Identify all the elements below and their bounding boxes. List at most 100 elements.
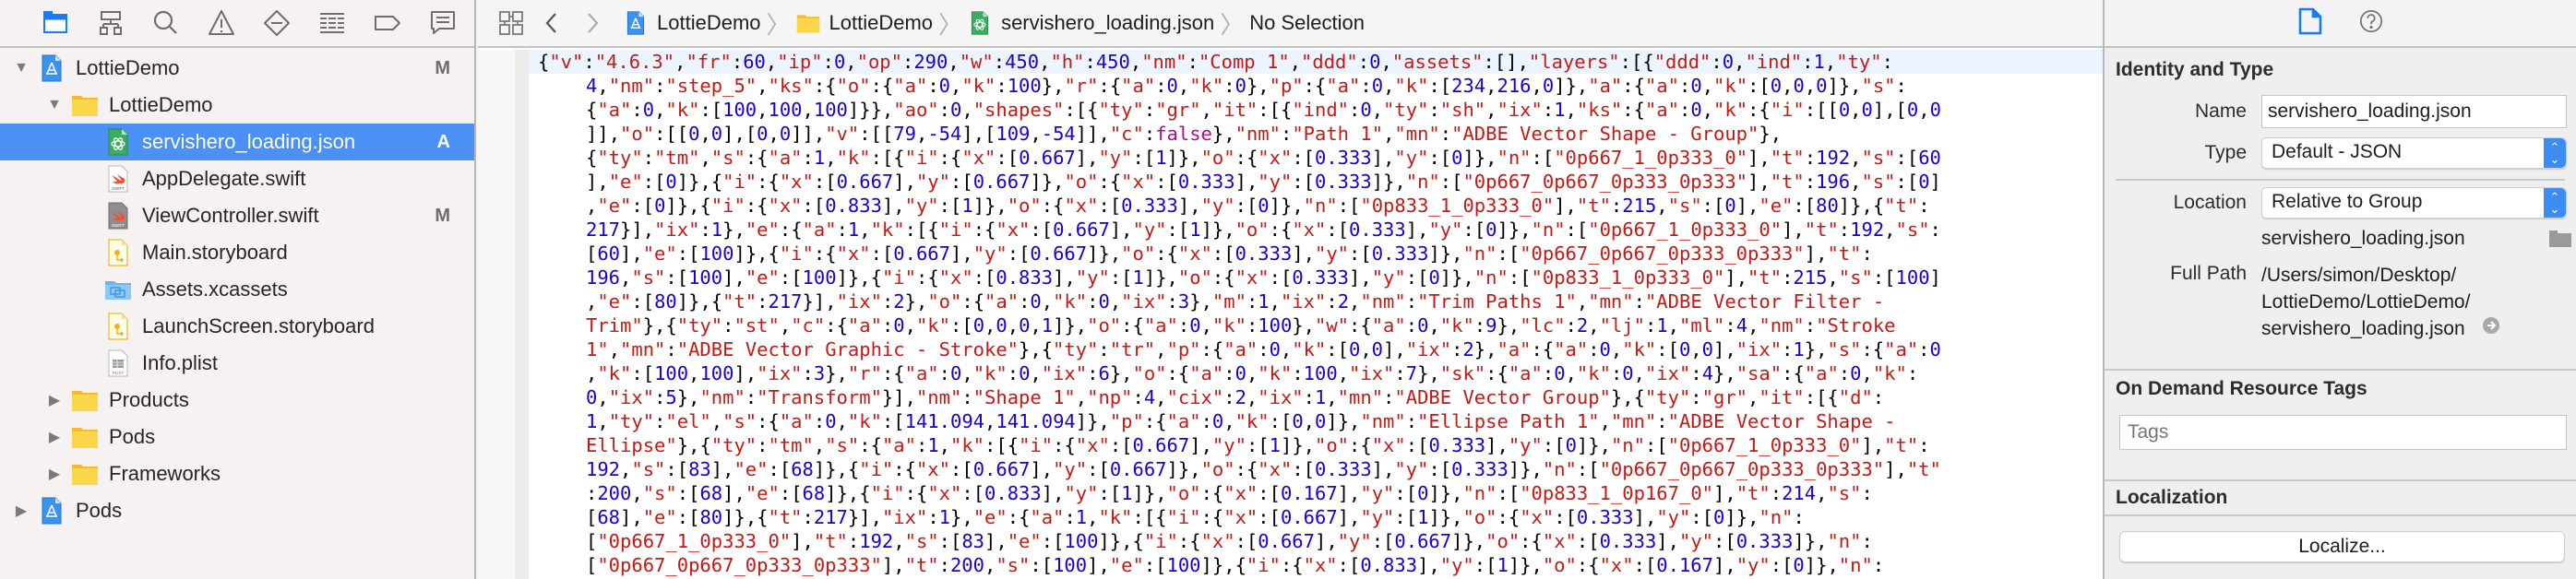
location-label: Location xyxy=(2173,192,2247,213)
file-tree: ▼ LottieDemo M ▼ LottieDemo servishero_loadin… xyxy=(0,50,474,529)
code-line[interactable]: Trim"},{"ty":"st","c":{"a":0,"k":[0,0,0,… xyxy=(529,313,2103,337)
code-text-area[interactable]: {"v":"4.6.3","fr":60,"ip":0,"op":290,"w"… xyxy=(529,50,2103,579)
quick-help-icon[interactable] xyxy=(2358,7,2384,40)
file-tree-label: LottieDemo xyxy=(109,93,213,116)
file-tree-row[interactable]: ▶ Pods xyxy=(0,492,474,529)
breadcrumb-item[interactable]: LottieDemo xyxy=(796,9,933,37)
code-line[interactable]: 0,"ix":5},"nm":"Transform"}],"nm":"Shape… xyxy=(529,385,2103,409)
code-line[interactable]: 196,"s":[100],"e":[100]},{"i":{"x":[0.83… xyxy=(529,266,2103,290)
line-gutter xyxy=(478,50,515,579)
section-divider xyxy=(2105,514,2576,516)
code-line[interactable]: ["0p667_0p667_0p333_0p333"],"t":200,"s":… xyxy=(529,553,2103,577)
file-tree-row[interactable]: servishero_loading.json A xyxy=(0,124,474,160)
svg-text:PLIST: PLIST xyxy=(113,371,125,375)
name-field[interactable] xyxy=(2261,95,2567,128)
file-inspector-icon[interactable] xyxy=(2297,7,2323,40)
swift-file-icon: SWIFT xyxy=(103,201,133,230)
code-line[interactable]: ,"e":[80]},{"t":217}],"ix":2},"o":{"a":0… xyxy=(529,290,2103,313)
location-path: servishero_loading.json xyxy=(2261,228,2465,249)
breadcrumb-separator-icon: 〉 xyxy=(766,10,791,39)
file-tree-row[interactable]: ▶ Pods xyxy=(0,419,474,455)
breadcrumb: LottieDemo 〉 LottieDemo 〉 servishero_loading… xyxy=(624,6,1365,41)
storyboard-file-icon xyxy=(103,312,133,341)
location-popup-value: Relative to Group xyxy=(2272,191,2423,212)
file-tree-row[interactable]: Main.storyboard xyxy=(0,234,474,271)
file-tree-row[interactable]: Assets.xcassets xyxy=(0,271,474,308)
project-navigator-icon[interactable] xyxy=(28,3,83,43)
code-line[interactable]: ,"k":[100,100],"ix":3},"r":{"a":0,"k":0,… xyxy=(529,361,2103,385)
disclosure-collapsed-icon[interactable]: ▶ xyxy=(44,390,65,410)
code-line[interactable]: ["0p667_1_0p333_0"],"t":192,"s":[83],"e"… xyxy=(529,529,2103,553)
code-line[interactable]: 1","mn":"ADBE Vector Graphic - Stroke"},… xyxy=(529,337,2103,361)
svg-text:SWIFT: SWIFT xyxy=(112,186,125,191)
symbol-navigator-icon[interactable] xyxy=(83,3,138,43)
xcode-project-icon xyxy=(37,496,66,526)
breadcrumb-item[interactable]: LottieDemo xyxy=(624,9,761,37)
code-line[interactable]: ]],"o":[[0,0],[0,0]],"v":[[79,-54],[109,… xyxy=(529,122,2103,146)
code-line[interactable]: 192,"s":[83],"e":[68]},{"i":{"x":[0.667]… xyxy=(529,457,2103,481)
reveal-in-finder-icon[interactable] xyxy=(2482,315,2500,342)
choose-folder-icon[interactable] xyxy=(2549,230,2571,252)
file-inspector: Identity and Type Name Type Default - JS… xyxy=(2103,0,2576,579)
file-tree-row[interactable]: ▶ Frameworks xyxy=(0,455,474,492)
file-tree-label: Info.plist xyxy=(142,351,218,374)
tags-field[interactable] xyxy=(2119,415,2567,450)
back-button[interactable] xyxy=(531,5,572,41)
disclosure-collapsed-icon[interactable]: ▶ xyxy=(11,501,31,521)
code-line[interactable]: ,"e":[0]},{"i":{"x":[0.833],"y":[1]},"o"… xyxy=(529,194,2103,218)
section-divider xyxy=(2116,179,2565,181)
name-label: Name xyxy=(2194,100,2247,122)
disclosure-expanded-icon[interactable]: ▼ xyxy=(11,58,31,78)
code-line[interactable]: 217}],"ix":1},"e":{"a":1,"k":[{"i":{"x":… xyxy=(529,218,2103,242)
file-tree-row[interactable]: ▼ LottieDemo M xyxy=(0,50,474,87)
code-line[interactable]: ],"e":[0]},{"i":{"x":[0.667],"y":[0.667]… xyxy=(529,170,2103,194)
breadcrumb-item[interactable]: servishero_loading.json xyxy=(968,9,1214,37)
file-tree-row[interactable]: ▶ Products xyxy=(0,382,474,419)
asset-catalog-icon xyxy=(103,275,133,304)
code-line[interactable]: 1,"ty":"el","s":{"a":0,"k":[141.094,141.… xyxy=(529,409,2103,433)
code-line[interactable]: :200,"s":[68],"e":[68]},{"i":{"x":[0.833… xyxy=(529,481,2103,505)
breadcrumb-item[interactable]: No Selection xyxy=(1249,11,1365,35)
file-tree-row[interactable]: ▼ LottieDemo xyxy=(0,87,474,124)
breadcrumb-label: servishero_loading.json xyxy=(1001,11,1215,34)
localize-button[interactable]: Localize... xyxy=(2119,531,2565,562)
file-tree-row[interactable]: LaunchScreen.storyboard xyxy=(0,308,474,345)
report-navigator-icon[interactable] xyxy=(415,3,471,43)
test-navigator-icon[interactable] xyxy=(249,3,304,43)
full-path-line: /Users/simon/Desktop/ xyxy=(2261,265,2457,286)
jump-bar: LottieDemo 〉 LottieDemo 〉 servishero_loading… xyxy=(478,0,2103,48)
code-line[interactable]: [60],"e":[100]},{"i":{"x":[0.667],"y":[0… xyxy=(529,242,2103,266)
find-navigator-icon[interactable] xyxy=(138,3,194,43)
related-items-icon[interactable] xyxy=(491,5,531,41)
file-tree-label: Assets.xcassets xyxy=(142,278,288,301)
disclosure-expanded-icon[interactable]: ▼ xyxy=(44,95,65,115)
forward-button[interactable] xyxy=(572,5,613,41)
code-line[interactable]: {"ty":"tm","s":{"a":1,"k":[{"i":{"x":[0.… xyxy=(529,146,2103,170)
code-line[interactable]: Ellipse"},{"ty":"tm","s":{"a":1,"k":[{"i… xyxy=(529,433,2103,457)
code-line[interactable]: 4,"nm":"step_5","ks":{"o":{"a":0,"k":100… xyxy=(529,74,2103,98)
code-line[interactable]: [68],"e":[80]},{"t":217}],"ix":1},"e":{"… xyxy=(529,505,2103,529)
issue-navigator-icon[interactable] xyxy=(194,3,249,43)
source-editor: LottieDemo 〉 LottieDemo 〉 servishero_loading… xyxy=(478,0,2103,579)
disclosure-collapsed-icon[interactable]: ▶ xyxy=(44,427,65,447)
breakpoint-navigator-icon[interactable] xyxy=(360,3,415,43)
code-line[interactable]: {"a":0,"k":[100,100,100]}},"ao":0,"shape… xyxy=(529,98,2103,122)
disclosure-collapsed-icon[interactable]: ▶ xyxy=(44,464,65,484)
file-tree-row[interactable]: PLIST Info.plist xyxy=(0,345,474,382)
breadcrumb-label: LottieDemo xyxy=(657,11,761,34)
breadcrumb-label: No Selection xyxy=(1249,11,1365,34)
full-path-value: /Users/simon/Desktop/ LottieDemo/LottieD… xyxy=(2261,262,2500,342)
file-tree-row[interactable]: SWIFT ViewController.swift M xyxy=(0,197,474,234)
navigator-selector-bar xyxy=(0,0,474,48)
code-folding-ribbon[interactable] xyxy=(515,50,529,579)
folder-icon xyxy=(796,9,822,37)
xcode-project-icon xyxy=(37,53,66,83)
debug-navigator-icon[interactable] xyxy=(304,3,360,43)
file-tree-row[interactable]: SWIFT AppDelegate.swift xyxy=(0,160,474,197)
folder-icon xyxy=(70,90,100,120)
code-line[interactable]: {"v":"4.6.3","fr":60,"ip":0,"op":290,"w"… xyxy=(529,50,2103,74)
type-popup[interactable]: Default - JSON ⌃ ⌄ xyxy=(2261,137,2567,169)
location-popup[interactable]: Relative to Group ⌃ ⌄ xyxy=(2261,187,2567,219)
